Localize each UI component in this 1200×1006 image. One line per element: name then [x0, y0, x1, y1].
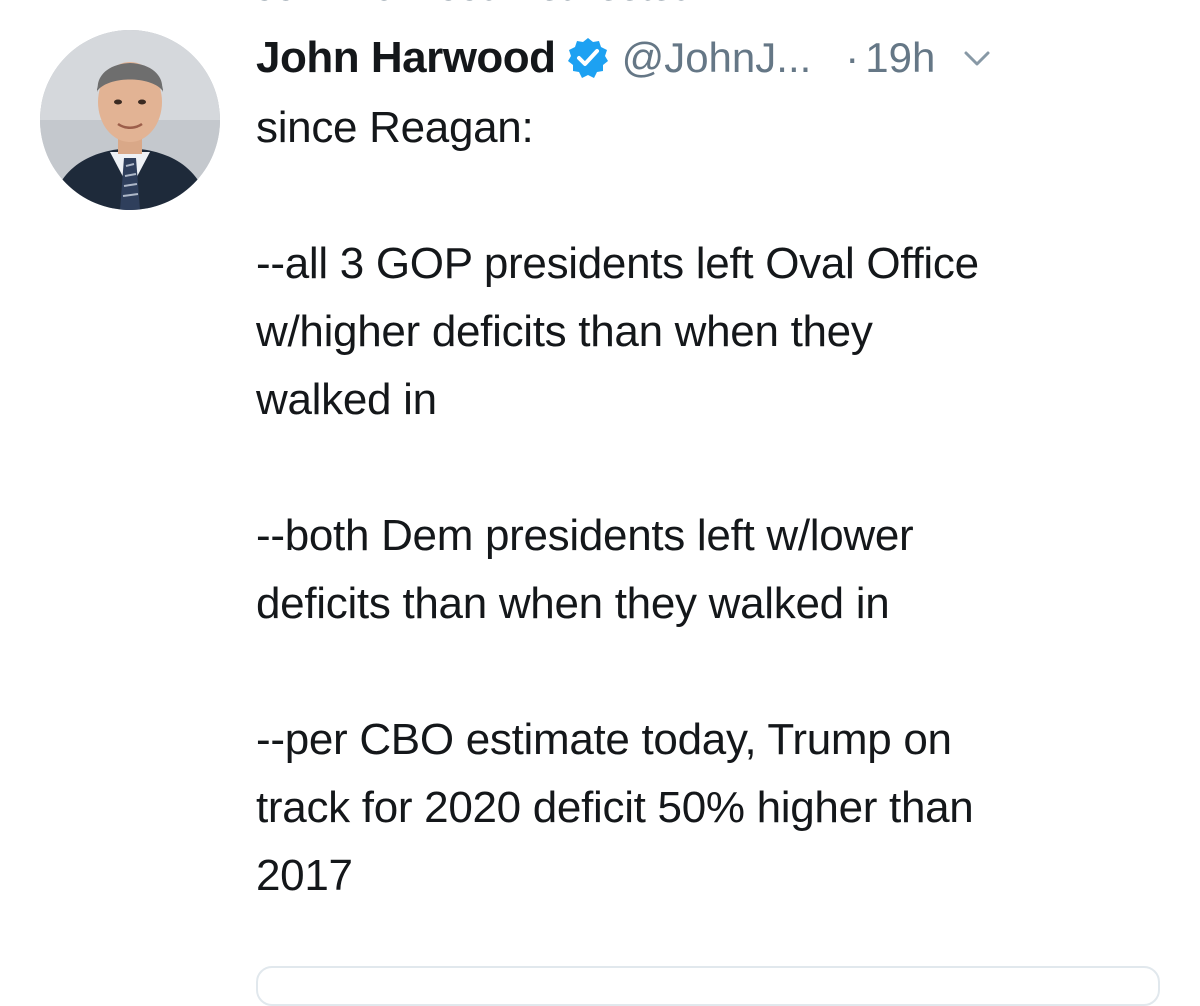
author-handle[interactable]: @JohnJ... — [622, 34, 812, 82]
author-name[interactable]: John Harwood — [256, 33, 556, 83]
tweet-text: since Reagan: --all 3 GOP presidents lef… — [256, 94, 1176, 910]
chevron-down-icon[interactable] — [961, 42, 993, 74]
tweet-text-line: --both Dem presidents left w/lower — [256, 511, 914, 560]
tweet-text-line: deficits than when they walked in — [256, 579, 890, 628]
tweet-text-line: track for 2020 deficit 50% higher than — [256, 783, 974, 832]
tweet-text-line: since Reagan: — [256, 103, 534, 152]
tweet-header: John Harwood @JohnJ... · 19h — [256, 28, 1176, 88]
verified-badge-icon — [566, 36, 610, 80]
tweet[interactable]: John Harwood @JohnJ... · 19h since Reaga… — [0, 0, 1200, 1006]
tweet-text-line: walked in — [256, 375, 437, 424]
tweet-text-line: --per CBO estimate today, Trump on — [256, 715, 952, 764]
tweet-text-line: --all 3 GOP presidents left Oval Office — [256, 239, 979, 288]
tweet-timestamp[interactable]: 19h — [865, 34, 935, 82]
avatar[interactable] — [40, 30, 220, 210]
tweet-text-line: w/higher deficits than when they — [256, 307, 873, 356]
separator-dot: · — [845, 34, 860, 81]
avatar-image — [40, 30, 220, 210]
embedded-card[interactable] — [256, 966, 1160, 1006]
tweet-text-line: 2017 — [256, 851, 353, 900]
